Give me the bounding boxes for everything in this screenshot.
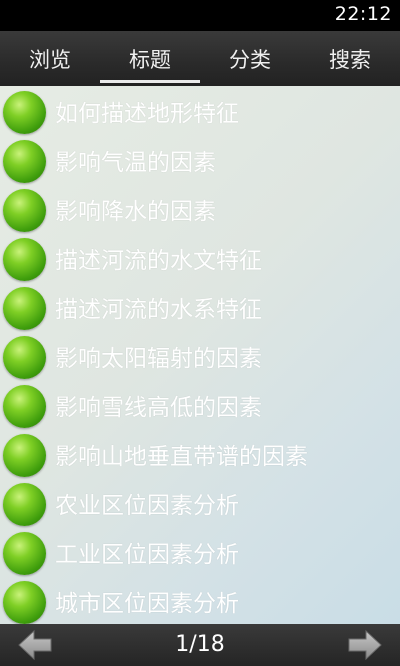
green-ball-icon [3, 189, 46, 232]
title-list: 如何描述地形特征 影响气温的因素 影响降水的因素 描述河流的水文特征 描述河流的… [0, 86, 400, 624]
green-ball-icon [3, 385, 46, 428]
tab-bar: 浏览 标题 分类 搜索 [0, 31, 400, 86]
pagination-bar: 1/18 [0, 624, 400, 666]
list-item-label: 农业区位因素分析 [55, 493, 239, 519]
tab-search[interactable]: 搜索 [300, 31, 400, 86]
list-item-label: 影响山地垂直带谱的因素 [55, 444, 308, 470]
list-item[interactable]: 工业区位因素分析 [0, 527, 400, 576]
list-item[interactable]: 影响气温的因素 [0, 135, 400, 184]
green-ball-icon [3, 140, 46, 183]
status-bar: 22:12 [0, 0, 400, 31]
green-ball-icon [3, 238, 46, 281]
tab-titles[interactable]: 标题 [100, 31, 200, 86]
list-item-label: 影响雪线高低的因素 [55, 395, 262, 421]
list-item-label: 影响降水的因素 [55, 199, 216, 225]
page-indicator: 1/18 [175, 632, 225, 657]
arrow-right-icon[interactable] [348, 629, 382, 661]
green-ball-icon [3, 581, 46, 624]
list-item[interactable]: 描述河流的水系特征 [0, 282, 400, 331]
list-item[interactable]: 如何描述地形特征 [0, 86, 400, 135]
list-item-label: 影响太阳辐射的因素 [55, 346, 262, 372]
list-item-label: 城市区位因素分析 [55, 591, 239, 617]
tab-browse[interactable]: 浏览 [0, 31, 100, 86]
list-item[interactable]: 农业区位因素分析 [0, 478, 400, 527]
active-tab-indicator [100, 80, 200, 83]
list-item[interactable]: 描述河流的水文特征 [0, 233, 400, 282]
green-ball-icon [3, 434, 46, 477]
list-item-label: 如何描述地形特征 [55, 101, 239, 127]
green-ball-icon [3, 336, 46, 379]
list-item[interactable]: 影响山地垂直带谱的因素 [0, 429, 400, 478]
green-ball-icon [3, 532, 46, 575]
list-item-label: 描述河流的水系特征 [55, 297, 262, 323]
green-ball-icon [3, 91, 46, 134]
status-time: 22:12 [334, 3, 392, 25]
arrow-left-icon[interactable] [18, 629, 52, 661]
list-item-label: 影响气温的因素 [55, 150, 216, 176]
green-ball-icon [3, 287, 46, 330]
green-ball-icon [3, 483, 46, 526]
list-item[interactable]: 城市区位因素分析 [0, 576, 400, 624]
tab-categories[interactable]: 分类 [200, 31, 300, 86]
list-item-label: 工业区位因素分析 [55, 542, 239, 568]
list-item[interactable]: 影响降水的因素 [0, 184, 400, 233]
list-item[interactable]: 影响太阳辐射的因素 [0, 331, 400, 380]
list-item[interactable]: 影响雪线高低的因素 [0, 380, 400, 429]
list-item-label: 描述河流的水文特征 [55, 248, 262, 274]
